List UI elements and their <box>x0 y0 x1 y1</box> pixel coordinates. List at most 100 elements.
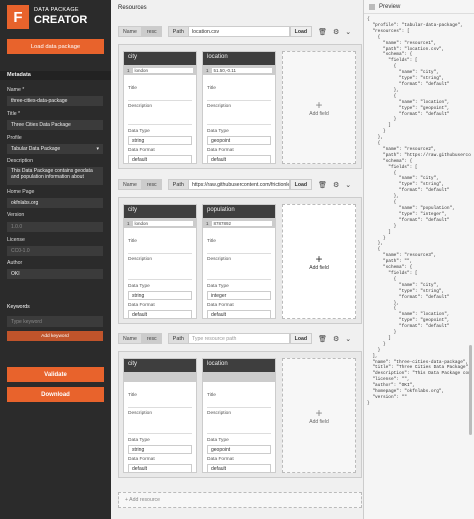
field-title-label: Title <box>207 393 216 398</box>
download-button[interactable]: Download <box>7 387 104 402</box>
field-name[interactable]: location <box>203 52 275 65</box>
field-name[interactable]: location <box>203 359 275 372</box>
field-description-input[interactable] <box>128 433 192 434</box>
logo-line2: CREATOR <box>34 13 88 26</box>
path-input[interactable]: Type resource path <box>189 336 239 342</box>
field-description-label: Description <box>128 411 152 416</box>
resc-tab[interactable]: resc <box>141 179 162 190</box>
load-data-package-button[interactable]: Load data package <box>7 39 104 54</box>
field-format-select[interactable]: default <box>128 155 192 164</box>
resources-area: Resources Name resc Path location.csv Lo… <box>111 0 363 519</box>
chevron-down-icon[interactable]: ⌄ <box>345 28 351 36</box>
license-label: License <box>7 237 25 243</box>
logo-text: DATA PACKAGE CREATOR <box>34 8 87 26</box>
field-format-label: Data Format <box>207 148 234 153</box>
chevron-down-icon[interactable]: ⌄ <box>345 181 351 189</box>
name-tab[interactable]: Name <box>118 333 142 344</box>
description-label: Description <box>7 158 33 164</box>
field-type-select[interactable]: integer <box>207 291 271 300</box>
resc-tab[interactable]: resc <box>141 333 162 344</box>
plus-icon: + <box>315 251 323 266</box>
name-input[interactable]: three-cities-data-package <box>7 96 103 106</box>
field-title-input[interactable] <box>128 100 192 101</box>
add-resource-button[interactable]: + Add resource <box>118 492 362 508</box>
field-title-input[interactable] <box>207 407 271 408</box>
author-label: Author <box>7 260 23 266</box>
select-caret-icon: ▾ <box>96 146 99 152</box>
field-description-label: Description <box>207 104 231 109</box>
keyword-input[interactable]: Type keyword <box>7 316 103 327</box>
field-description-input[interactable] <box>128 279 192 280</box>
plus-icon: + <box>315 97 323 112</box>
field-title-input[interactable] <box>128 407 192 408</box>
field-name[interactable]: population <box>203 205 275 218</box>
field-description-input[interactable] <box>128 124 192 125</box>
path-input[interactable]: location.csv <box>189 29 222 35</box>
add-field-button[interactable]: + Add field <box>282 358 356 473</box>
resource-panel: city Title Description Data Type string … <box>118 351 362 478</box>
chevron-down-icon[interactable]: ⌄ <box>345 335 351 343</box>
field-name[interactable]: city <box>124 359 196 372</box>
add-field-label: Add field <box>309 264 329 271</box>
version-input[interactable]: 1.0.0 <box>7 222 103 232</box>
load-resource-button[interactable]: Load <box>289 26 313 37</box>
field-format-label: Data Format <box>128 148 155 153</box>
field-type-select[interactable]: string <box>128 136 192 145</box>
license-input[interactable]: CC0-1.0 <box>7 246 103 256</box>
resource-toolbar: Name resc Path Type resource path Load 🗑… <box>118 332 362 345</box>
preview-value: 8787892 <box>211 220 272 226</box>
title-label: Title * <box>7 111 21 117</box>
field-format-select[interactable]: default <box>207 155 271 164</box>
gear-icon[interactable]: ⚙ <box>333 335 339 343</box>
field-description-input[interactable] <box>207 433 271 434</box>
field-description-label: Description <box>128 104 152 109</box>
trash-icon[interactable]: 🗑 <box>318 28 327 36</box>
load-resource-button[interactable]: Load <box>289 179 313 190</box>
gear-icon[interactable]: ⚙ <box>333 181 339 189</box>
resc-tab[interactable]: resc <box>141 26 162 37</box>
trash-icon[interactable]: 🗑 <box>318 335 327 343</box>
profile-select[interactable]: Tabular Data Package ▾ <box>7 144 103 154</box>
field-format-label: Data Format <box>207 457 234 462</box>
add-field-label: Add field <box>309 418 329 425</box>
preview-value: london <box>132 220 193 226</box>
resource-panel: city 1 london Title Description Data Type… <box>118 44 362 169</box>
homepage-input[interactable]: okfnlabs.org <box>7 198 103 208</box>
title-input[interactable]: Three Cities Data Package <box>7 120 103 130</box>
path-label: Path <box>168 180 189 189</box>
add-field-button[interactable]: + Add field <box>282 204 356 319</box>
load-resource-button[interactable]: Load <box>289 333 313 344</box>
field-type-select[interactable]: geopoint <box>207 136 271 145</box>
field-format-select[interactable]: default <box>207 464 271 473</box>
field-title-label: Title <box>128 86 137 91</box>
trash-icon[interactable]: 🗑 <box>318 181 327 189</box>
field-name[interactable]: city <box>124 205 196 218</box>
field-format-select[interactable]: default <box>128 464 192 473</box>
field-type-select[interactable]: string <box>128 445 192 454</box>
field-title-input[interactable] <box>207 100 271 101</box>
preview-scrollbar[interactable] <box>469 345 472 435</box>
field-preview: 1 8787892 <box>203 218 275 228</box>
path-input[interactable]: https://raw.githubusercontent.com/fricti… <box>189 182 289 188</box>
field-format-select[interactable]: default <box>207 310 271 319</box>
resource-toolbar: Name resc Path https://raw.githubusercon… <box>118 178 362 191</box>
author-input[interactable]: OKI <box>7 269 103 279</box>
app-logo: F DATA PACKAGE CREATOR <box>7 5 87 29</box>
validate-button[interactable]: Validate <box>7 367 104 382</box>
field-description-input[interactable] <box>207 279 271 280</box>
add-field-button[interactable]: + Add field <box>282 51 356 164</box>
field-description-input[interactable] <box>207 124 271 125</box>
gear-icon[interactable]: ⚙ <box>333 28 339 36</box>
description-textarea[interactable]: This Data Package contains geodata and p… <box>7 167 103 185</box>
field-title-label: Title <box>128 393 137 398</box>
field-type-select[interactable]: geopoint <box>207 445 271 454</box>
collapse-icon[interactable] <box>369 3 375 10</box>
field-title-input[interactable] <box>207 253 271 254</box>
field-format-select[interactable]: default <box>128 310 192 319</box>
field-name[interactable]: city <box>124 52 196 65</box>
add-keyword-button[interactable]: Add keyword <box>7 331 103 341</box>
name-tab[interactable]: Name <box>118 26 142 37</box>
field-title-input[interactable] <box>128 253 192 254</box>
field-type-select[interactable]: string <box>128 291 192 300</box>
name-tab[interactable]: Name <box>118 179 142 190</box>
